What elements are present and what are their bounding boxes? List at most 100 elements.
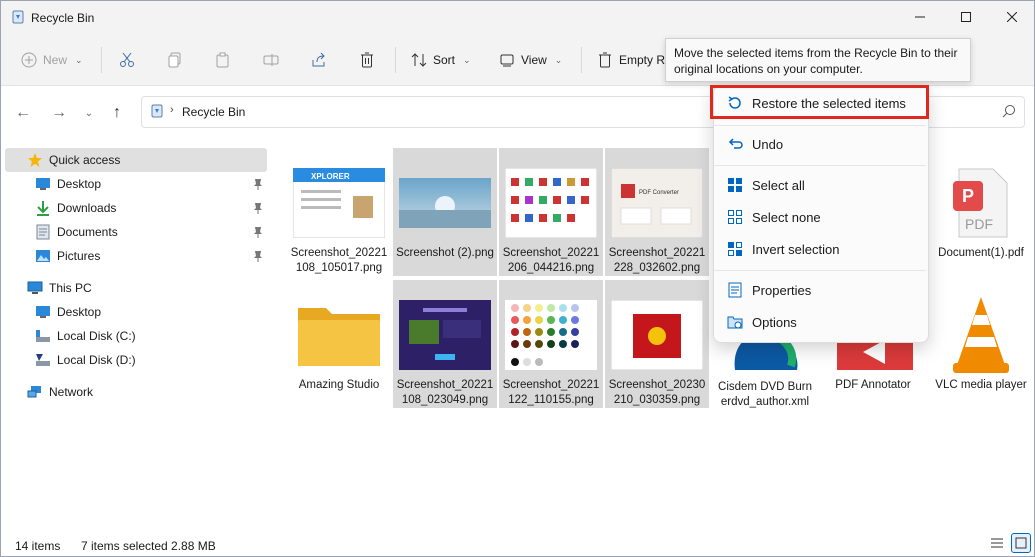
app-item[interactable]: VLC media player: [929, 280, 1033, 408]
recent-locations-chevron-icon[interactable]: ⌄: [77, 101, 101, 125]
menu-divider: [714, 165, 926, 166]
file-item-selected[interactable]: Screenshot_20221108_023049.png: [393, 280, 497, 408]
delete-button[interactable]: [359, 45, 375, 75]
view-icon: [499, 52, 515, 68]
invert-selection-icon: [726, 240, 744, 258]
back-arrow-icon[interactable]: ←: [11, 101, 35, 125]
file-item[interactable]: P PDF Document(1).pdf: [929, 148, 1033, 276]
up-arrow-icon[interactable]: ↑: [105, 101, 129, 125]
desktop-icon: [35, 304, 51, 320]
menu-item-invert-selection[interactable]: Invert selection: [720, 235, 922, 263]
sort-button[interactable]: Sort ⌄: [411, 45, 471, 75]
view-button[interactable]: View ⌄: [499, 45, 562, 75]
file-item-selected[interactable]: Screenshot (2).png: [393, 148, 497, 276]
navigation-pane: Quick access Desktop Downloads Documents…: [1, 138, 271, 528]
properties-icon: [726, 281, 744, 299]
menu-item-select-all[interactable]: Select all: [720, 171, 922, 199]
minimize-button[interactable]: [897, 1, 943, 33]
thumbnail-text: PDF Converter: [639, 190, 679, 196]
maximize-button[interactable]: [943, 1, 989, 33]
menu-item-label: Invert selection: [752, 241, 840, 257]
file-name: Screenshot_20221108_023049.png: [396, 379, 494, 406]
sidebar-item-network[interactable]: Network: [5, 380, 267, 404]
file-name: Screenshot_20221228_032602.png: [608, 247, 706, 274]
drive-icon: [35, 328, 51, 344]
cut-button[interactable]: [119, 45, 135, 75]
see-more-menu: Restore the selected items Undo Select a…: [713, 85, 929, 343]
sidebar-item-label: Quick access: [49, 153, 121, 167]
screenshot-thumbnail: PDF Converter: [611, 166, 703, 240]
menu-divider: [714, 270, 926, 271]
copy-button[interactable]: [167, 45, 183, 75]
sort-label: Sort: [433, 53, 456, 67]
screenshot-thumbnail: [611, 298, 703, 372]
sidebar-item-desktop[interactable]: Desktop: [5, 172, 267, 196]
new-button[interactable]: New ⌄: [21, 45, 83, 75]
menu-item-select-none[interactable]: Select none: [720, 203, 922, 231]
sidebar-item-label: Documents: [57, 225, 118, 239]
trash-icon: [359, 52, 375, 68]
screenshot-thumbnail: XPLORER: [293, 166, 385, 240]
file-item-selected[interactable]: Screenshot_20221206_044216.png: [499, 148, 603, 276]
file-item-selected[interactable]: Screenshot_20230210_030359.png: [605, 280, 709, 408]
file-name: Cisdem DVD Burnerdvd_author.xml: [718, 381, 812, 408]
file-item-selected[interactable]: PDF Converter Screenshot_20221228_032602…: [605, 148, 709, 276]
large-icons-view-icon[interactable]: [1011, 533, 1031, 553]
network-icon: [27, 384, 43, 400]
pin-icon[interactable]: [253, 226, 263, 238]
sidebar-item-this-pc[interactable]: This PC: [5, 276, 267, 300]
menu-item-properties[interactable]: Properties: [720, 276, 922, 304]
menu-item-label: Undo: [752, 136, 784, 152]
chevron-down-icon: ⌄: [75, 54, 83, 65]
share-button[interactable]: [311, 45, 327, 75]
recycle-bin-icon: [11, 10, 25, 24]
folder-item[interactable]: Amazing Studio: [287, 280, 391, 408]
file-item[interactable]: XPLORER Screenshot_20221108_105017.png: [287, 148, 391, 276]
pin-icon[interactable]: [253, 202, 263, 214]
menu-item-options[interactable]: Options: [720, 308, 922, 336]
folder-icon: [293, 298, 385, 372]
title-bar: Recycle Bin: [1, 1, 1034, 35]
clipboard-icon: [215, 52, 231, 68]
breadcrumb-location[interactable]: Recycle Bin: [182, 105, 245, 119]
menu-item-label: Select all: [752, 177, 805, 193]
menu-item-label: Select none: [752, 209, 821, 225]
file-name: Document(1).pdf: [938, 247, 1024, 259]
selection-info: 7 items selected 2.88 MB: [81, 539, 216, 553]
window-title: Recycle Bin: [31, 11, 95, 25]
sidebar-item-label: Local Disk (D:): [57, 353, 136, 367]
search-icon[interactable]: [1002, 104, 1016, 121]
select-all-icon: [726, 176, 744, 194]
rename-button[interactable]: [263, 45, 279, 75]
sidebar-item-documents[interactable]: Documents: [5, 220, 267, 244]
file-name: Screenshot (2).png: [396, 247, 494, 259]
paste-button[interactable]: [215, 45, 231, 75]
pictures-icon: [35, 248, 51, 264]
sidebar-item-pictures[interactable]: Pictures: [5, 244, 267, 268]
pin-icon[interactable]: [253, 178, 263, 190]
menu-item-undo[interactable]: Undo: [720, 130, 922, 158]
sidebar-item-local-disk-c[interactable]: Local Disk (C:): [5, 324, 267, 348]
screenshot-thumbnail: [505, 298, 597, 372]
desktop-icon: [35, 176, 51, 192]
close-button[interactable]: [989, 1, 1034, 33]
sidebar-item-local-disk-d[interactable]: Local Disk (D:): [5, 348, 267, 372]
empty-recycle-bin-button[interactable]: Empty R: [597, 45, 665, 75]
details-view-icon[interactable]: [989, 535, 1005, 551]
file-name: Screenshot_20221122_110155.png: [502, 379, 600, 406]
sidebar-item-quick-access[interactable]: Quick access: [5, 148, 267, 172]
sidebar-item-pc-desktop[interactable]: Desktop: [5, 300, 267, 324]
forward-arrow-icon[interactable]: →: [47, 101, 71, 125]
sidebar-item-label: This PC: [49, 281, 92, 295]
folder-options-icon: [726, 313, 744, 331]
restore-tooltip: Move the selected items from the Recycle…: [665, 38, 971, 82]
sidebar-item-label: Downloads: [57, 201, 117, 215]
pdf-label: PDF: [965, 216, 993, 232]
file-name: VLC media player: [935, 379, 1027, 391]
pin-icon[interactable]: [253, 250, 263, 262]
screenshot-thumbnail: [399, 166, 491, 240]
thumbnail-text: XPLORER: [311, 172, 350, 181]
breadcrumb-chevron-icon: ›: [170, 104, 174, 116]
file-item-selected[interactable]: Screenshot_20221122_110155.png: [499, 280, 603, 408]
sidebar-item-downloads[interactable]: Downloads: [5, 196, 267, 220]
